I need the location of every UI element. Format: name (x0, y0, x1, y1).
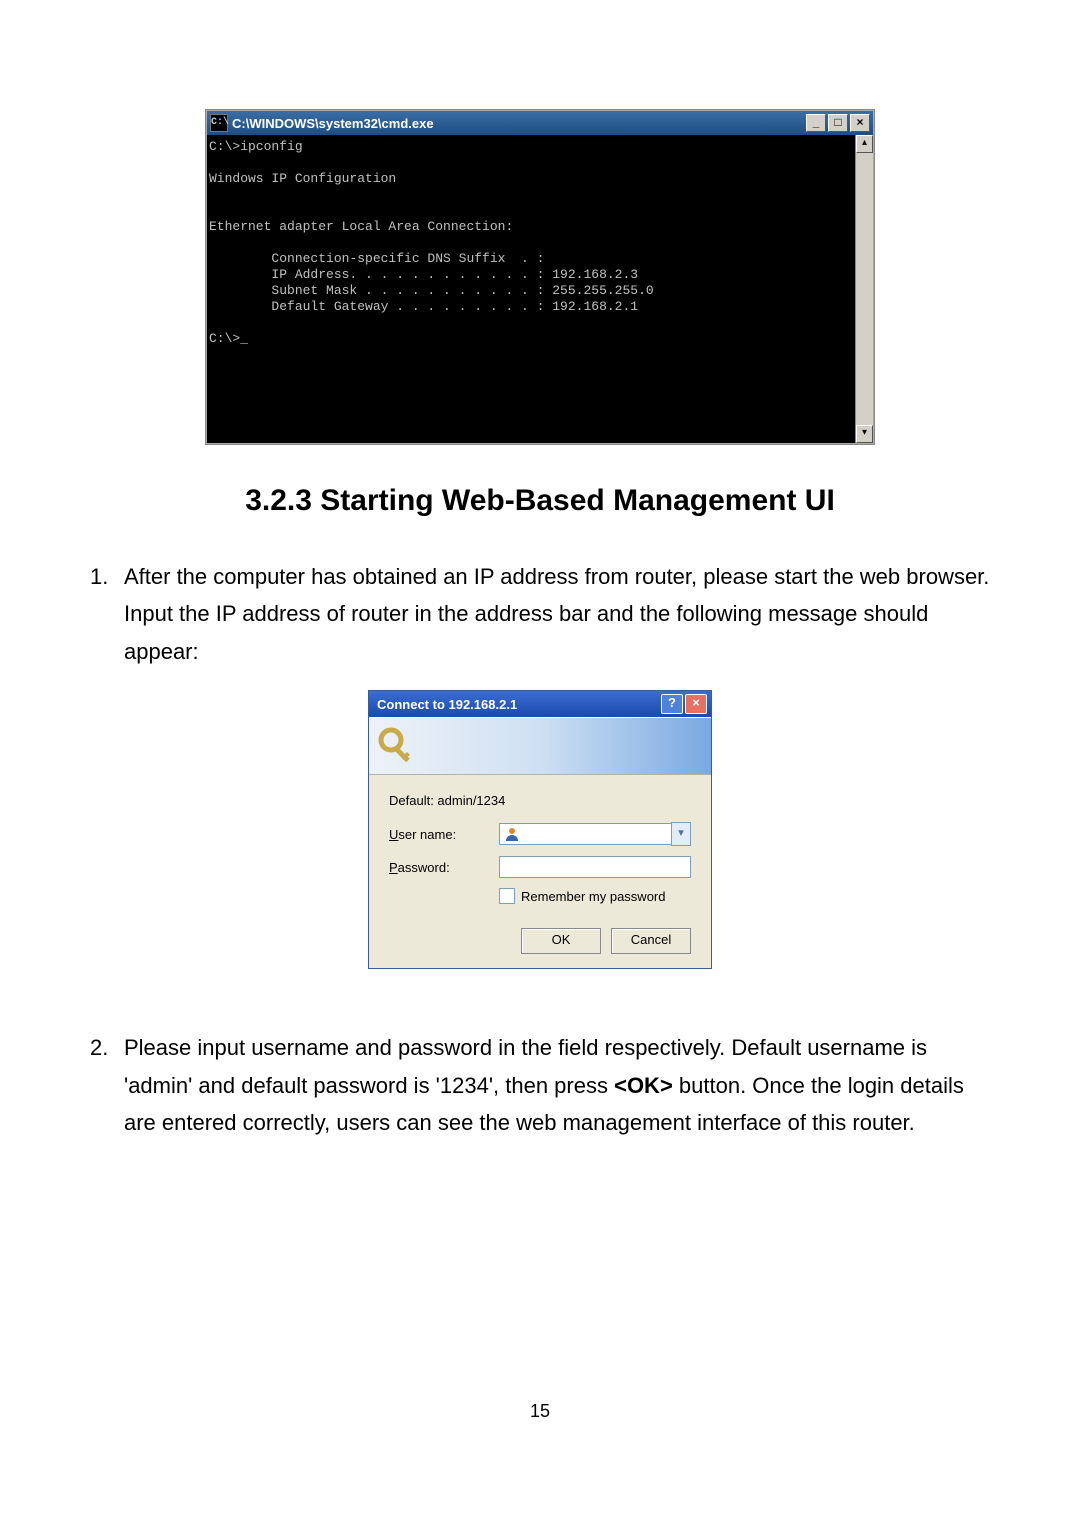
login-title: Connect to 192.168.2.1 (373, 697, 659, 712)
login-titlebar: Connect to 192.168.2.1 ? × (369, 691, 711, 717)
scroll-up-icon[interactable]: ▴ (856, 135, 873, 153)
remember-password-checkbox[interactable] (499, 888, 515, 904)
scroll-track[interactable] (856, 153, 873, 425)
cmd-title: C:\WINDOWS\system32\cmd.exe (232, 116, 806, 131)
step-2: 2. Please input username and password in… (90, 1029, 990, 1141)
cancel-button[interactable]: Cancel (611, 928, 691, 954)
close-button[interactable]: × (850, 114, 870, 132)
cmd-scrollbar[interactable]: ▴ ▾ (855, 135, 873, 443)
step-2-number: 2. (90, 1029, 124, 1141)
minimize-button[interactable]: _ (806, 114, 826, 132)
username-field[interactable] (499, 823, 671, 845)
scroll-down-icon[interactable]: ▾ (856, 425, 873, 443)
key-icon (377, 726, 417, 766)
cmd-output: C:\>ipconfig Windows IP Configuration Et… (207, 135, 855, 443)
dialog-close-button[interactable]: × (685, 694, 707, 714)
step-1-number: 1. (90, 558, 124, 670)
help-button[interactable]: ? (661, 694, 683, 714)
page-number: 15 (90, 1401, 990, 1422)
remember-password-label: Remember my password (521, 889, 666, 904)
maximize-button[interactable]: □ (828, 114, 848, 132)
cmd-app-icon: C:\ (210, 114, 228, 132)
login-banner (369, 717, 711, 775)
step-1: 1. After the computer has obtained an IP… (90, 558, 990, 670)
username-dropdown-button[interactable]: ▾ (671, 822, 691, 846)
remember-password-row[interactable]: Remember my password (499, 888, 691, 904)
username-label: User name: (389, 827, 499, 842)
step-1-text: After the computer has obtained an IP ad… (124, 558, 990, 670)
step-2-text: Please input username and password in th… (124, 1029, 990, 1141)
login-dialog: Connect to 192.168.2.1 ? × Default: admi… (368, 690, 712, 969)
password-field[interactable] (499, 856, 691, 878)
ok-button[interactable]: OK (521, 928, 601, 954)
password-label: Password: (389, 860, 499, 875)
section-heading: 3.2.3 Starting Web-Based Management UI (90, 484, 990, 518)
cmd-titlebar: C:\ C:\WINDOWS\system32\cmd.exe _ □ × (207, 111, 873, 135)
user-icon (504, 826, 520, 842)
cmd-window: C:\ C:\WINDOWS\system32\cmd.exe _ □ × C:… (206, 110, 874, 444)
login-realm: Default: admin/1234 (389, 793, 691, 808)
